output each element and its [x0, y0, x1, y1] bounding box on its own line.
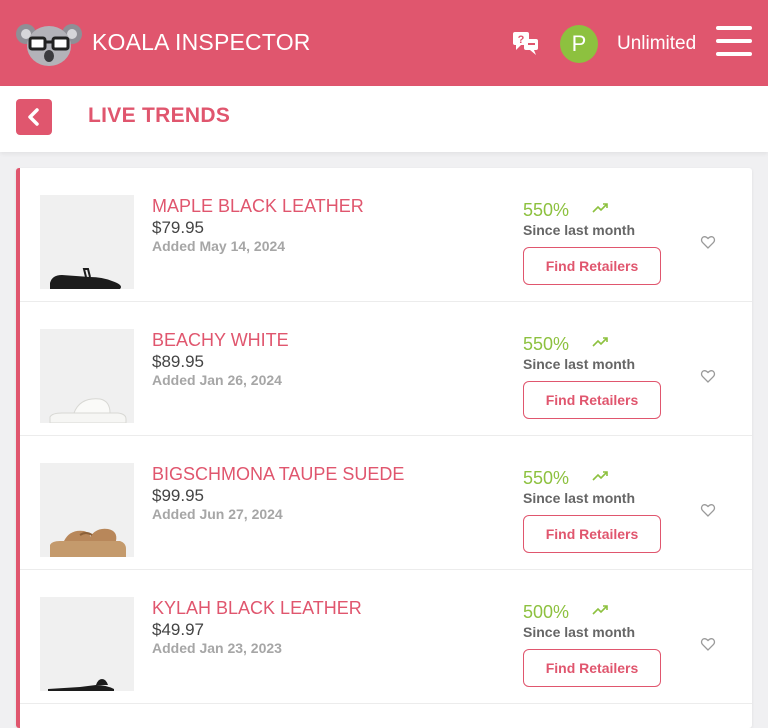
list-item: BEACHY WHITE $89.95 Added Jan 26, 2024 5…	[20, 302, 752, 436]
list-item: KYLAH BLACK LEATHER $49.97 Added Jan 23,…	[20, 570, 752, 704]
app-header: KOALA INSPECTOR ? P Unlimited	[0, 0, 768, 86]
heart-icon[interactable]	[700, 368, 716, 384]
koala-logo-icon[interactable]	[16, 20, 82, 68]
product-added-date: Added Jun 27, 2024	[152, 506, 283, 522]
product-added-date: Added May 14, 2024	[152, 238, 286, 254]
product-added-date: Added Jan 23, 2023	[152, 640, 282, 656]
svg-text:?: ?	[518, 34, 525, 46]
heart-icon[interactable]	[700, 636, 716, 652]
black-leather-flat-icon	[48, 679, 114, 691]
product-price: $99.95	[152, 486, 204, 505]
product-thumbnail[interactable]	[40, 597, 134, 691]
product-added-date: Added Jan 26, 2024	[152, 372, 282, 388]
trending-up-icon	[592, 203, 608, 213]
product-thumbnail[interactable]	[40, 195, 134, 289]
trending-up-icon	[592, 471, 608, 481]
product-price: $89.95	[152, 352, 204, 371]
find-retailers-button[interactable]: Find Retailers	[523, 515, 661, 553]
trend-period: Since last month	[523, 624, 636, 640]
taupe-suede-sandal-icon	[50, 528, 126, 557]
product-name[interactable]: MAPLE BLACK LEATHER	[152, 196, 364, 217]
trending-up-icon	[592, 337, 608, 347]
trend-period: Since last month	[523, 222, 636, 238]
product-price: $49.97	[152, 620, 204, 639]
black-flat-shoe-icon	[50, 268, 121, 289]
trend-percent: 550%	[523, 334, 570, 354]
find-retailers-button[interactable]: Find Retailers	[523, 649, 661, 687]
user-avatar[interactable]: P	[560, 25, 598, 63]
hamburger-menu-icon[interactable]	[716, 24, 752, 58]
trends-list: MAPLE BLACK LEATHER $79.95 Added May 14,…	[16, 168, 752, 728]
chevron-left-icon	[28, 108, 39, 126]
white-slide-sandal-icon	[49, 398, 127, 423]
find-retailers-button[interactable]: Find Retailers	[523, 381, 661, 419]
find-retailers-button[interactable]: Find Retailers	[523, 247, 661, 285]
trending-up-icon	[592, 605, 608, 615]
list-item: MAPLE BLACK LEATHER $79.95 Added May 14,…	[20, 168, 752, 302]
trend-period: Since last month	[523, 490, 636, 506]
page-title: LIVE TRENDS	[88, 104, 231, 127]
product-name[interactable]: BEACHY WHITE	[152, 330, 289, 351]
page-subheader: LIVE TRENDS	[0, 86, 768, 152]
product-thumbnail[interactable]	[40, 463, 134, 557]
heart-icon[interactable]	[700, 234, 716, 250]
back-button[interactable]	[16, 99, 52, 135]
trend-period: Since last month	[523, 356, 636, 372]
product-thumbnail[interactable]	[40, 329, 134, 423]
trend-percent: 500%	[523, 602, 570, 622]
heart-icon[interactable]	[700, 502, 716, 518]
help-chat-icon[interactable]: ?	[512, 30, 540, 56]
brand-name: KOALA INSPECTOR	[92, 29, 311, 55]
product-name[interactable]: KYLAH BLACK LEATHER	[152, 598, 362, 619]
product-name[interactable]: BIGSCHMONA TAUPE SUEDE	[152, 464, 404, 485]
plan-label: Unlimited	[617, 33, 697, 54]
trend-percent: 550%	[523, 200, 570, 220]
product-price: $79.95	[152, 218, 204, 237]
list-item: BIGSCHMONA TAUPE SUEDE $99.95 Added Jun …	[20, 436, 752, 570]
trend-percent: 550%	[523, 468, 570, 488]
